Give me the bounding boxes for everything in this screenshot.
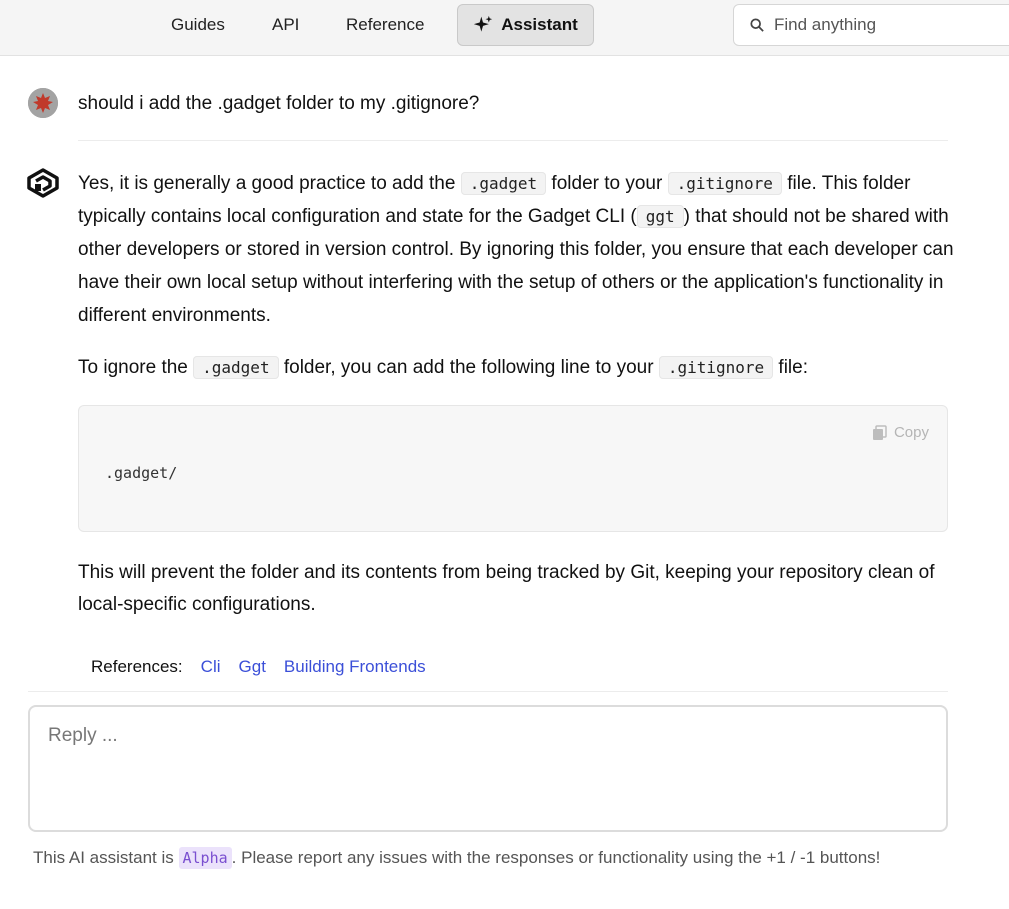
top-nav: Guides API Reference Assistant Find anyt… (0, 0, 1009, 56)
reply-input[interactable] (28, 705, 948, 832)
answer-text: To ignore the (78, 357, 194, 378)
alpha-badge: Alpha (178, 847, 232, 869)
code-content: .gadget/ (105, 464, 178, 482)
gadget-logo-icon (27, 168, 59, 198)
references: References: Cli Ggt Building Frontends (91, 655, 426, 679)
copy-label: Copy (893, 424, 929, 441)
nav-assistant-button[interactable]: Assistant (457, 4, 594, 46)
answer-paragraph-1: Yes, it is generally a good practice to … (78, 167, 958, 332)
sparkles-icon (474, 15, 493, 32)
inline-code: .gadget (460, 172, 547, 195)
reference-link-ggt[interactable]: Ggt (239, 657, 266, 677)
nav-guides-link[interactable]: Guides (171, 14, 225, 36)
user-avatar (28, 88, 58, 118)
copy-button[interactable]: Copy (872, 424, 929, 441)
footer-text: This AI assistant is (33, 848, 179, 867)
reference-link-cli[interactable]: Cli (201, 657, 221, 677)
reference-link-building-frontends[interactable]: Building Frontends (284, 657, 426, 677)
answer-paragraph-3: This will prevent the folder and its con… (78, 562, 935, 615)
search-placeholder: Find anything (774, 15, 877, 34)
inline-code: .gadget (193, 356, 279, 379)
nav-assistant-label: Assistant (501, 15, 578, 34)
answer-text: Yes, it is generally a good practice to … (78, 173, 461, 194)
footer-notice: This AI assistant is Alpha. Please repor… (33, 846, 880, 870)
message-divider (78, 140, 948, 141)
inline-code: ggt (636, 205, 684, 228)
nav-reference-link[interactable]: Reference (346, 14, 424, 36)
inline-code: .gitignore (658, 356, 774, 379)
code-block: Copy .gadget/ (78, 405, 948, 532)
footer-text: . Please report any issues with the resp… (231, 848, 881, 867)
answer-paragraph-2: To ignore the .gadget folder, you can ad… (78, 351, 958, 384)
references-label: References: (91, 657, 183, 676)
answer-text: file: (773, 357, 809, 378)
references-divider (28, 691, 948, 692)
nav-api-link[interactable]: API (272, 14, 299, 36)
answer-text: folder, you can add the following line t… (278, 357, 659, 378)
answer-text: folder to your (546, 173, 668, 194)
user-message: should i add the .gadget folder to my .g… (78, 93, 480, 114)
search-input[interactable]: Find anything (733, 4, 1009, 46)
inline-code: .gitignore (667, 172, 782, 195)
search-icon (750, 18, 764, 32)
copy-icon (872, 424, 887, 440)
